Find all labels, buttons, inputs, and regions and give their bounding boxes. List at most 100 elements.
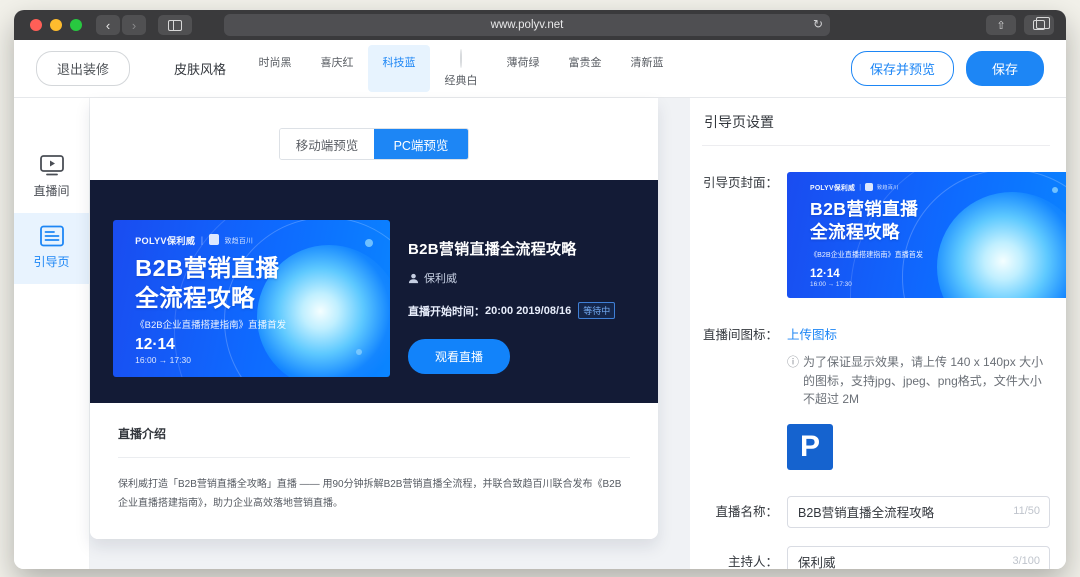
browser-window: ‹ › www.polyv.net ↻ ⇧ 退出装修 皮肤风格 时尚黑 [14,10,1066,569]
minimize-window-button[interactable] [50,19,62,31]
upload-hint: ⓘ 为了保证显示效果，请上传 140 x 140px 大小的图标，支持jpg、j… [787,353,1050,409]
host-label: 主持人： [702,546,778,569]
settings-header: 引导页设置 [702,98,1050,146]
tab-mobile-preview[interactable]: 移动端预览 [280,129,374,159]
skin-option-label: 经典白 [430,72,492,88]
room-icon-label: 直播间图标： [702,324,778,470]
skin-option-label: 时尚黑 [244,54,306,70]
stream-time-value: 20:00 2019/08/16 [485,305,571,317]
partner-logo-text: 致趋百川 [225,235,254,245]
banner-date-value: 12·14 [810,266,852,281]
host-input[interactable] [787,546,1050,569]
cover-thumbnail[interactable]: POLYV保利威 | 致趋百川 B2B营销直播 全流程攻略 《B2B企业直播搭建… [787,172,1066,298]
skin-option-lightblue[interactable]: 清新蓝 [616,45,678,92]
partner-logo-text: 致趋百川 [877,184,898,191]
banner-subtitle: 《B2B企业直播搭建指南》直播首发 [135,317,286,331]
banner-subtitle: 《B2B企业直播搭建指南》直播首发 [810,250,923,260]
sidebar-item-guide-page[interactable]: 引导页 [14,213,89,284]
banner-title-line1: B2B营销直播 [810,198,918,221]
share-button[interactable]: ⇧ [986,15,1016,35]
live-page-preview: POLYV保利威 | 致趋百川 B2B营销直播 全流程攻略 《B2B企业直播搭建… [90,180,658,403]
exit-decoration-button[interactable]: 退出装修 [36,51,130,86]
room-icon-row: 直播间图标： 上传图标 ⓘ 为了保证显示效果，请上传 140 x 140px 大… [702,324,1050,470]
guide-page-settings-panel: 引导页设置 引导页封面： POLYV保利威 | [690,98,1066,569]
banner-date: 12·14 16:00 → 17:30 [810,266,852,289]
logo-divider: | [201,235,204,245]
skin-option-gold[interactable]: 富贵金 [554,45,616,92]
banner-title-line2: 全流程攻略 [135,283,279,313]
skin-option-label: 科技蓝 [368,54,430,70]
refresh-icon[interactable]: ↻ [813,17,823,31]
sidebar-item-live-room[interactable]: 直播间 [14,142,89,213]
skin-option-white[interactable]: 经典白 [430,45,492,92]
banner-date-value: 12·14 [135,335,191,355]
sidebar-item-label: 直播间 [14,182,89,199]
intro-divider [118,457,630,458]
cover-label: 引导页封面： [702,172,778,298]
tab-pc-preview[interactable]: PC端预览 [374,129,468,159]
logo-divider: | [859,184,861,191]
url-text: www.polyv.net [491,19,564,31]
save-button[interactable]: 保存 [966,51,1044,86]
banner-dot-decoration [1052,187,1058,193]
skin-option-red[interactable]: 喜庆红 [306,45,368,92]
stream-time-row: 直播开始时间： 20:00 2019/08/16 等待中 [408,302,640,319]
traffic-lights [30,19,82,31]
live-name-row: 直播名称： 11/50 [702,496,1050,528]
upload-icon-link[interactable]: 上传图标 [787,328,837,342]
stream-info: B2B营销直播全流程攻略 保利威 直播开始时间： 20:00 2019 [408,238,640,374]
host-counter: 3/100 [1012,555,1040,567]
preview-column: 移动端预览 PC端预览 POLYV保利威 [90,98,658,569]
forward-button[interactable]: › [122,15,146,35]
skin-option-label: 富贵金 [554,54,616,70]
watch-live-button[interactable]: 观看直播 [408,339,510,374]
banner-title-line1: B2B营销直播 [135,253,279,283]
skin-swatch-list: 时尚黑 喜庆红 科技蓝 经典白 薄荷绿 [244,45,678,92]
banner-brand-logos: POLYV保利威 | 致趋百川 [810,182,898,192]
sidebar-icon [168,20,182,31]
cover-row: 引导页封面： POLYV保利威 | 致趋百川 [702,172,1050,298]
tabs-icon [1033,20,1045,30]
stream-title: B2B营销直播全流程攻略 [408,238,640,259]
stream-time-label: 直播开始时间： [408,303,485,319]
zoom-window-button[interactable] [70,19,82,31]
banner-date: 12·14 16:00 → 17:30 [135,335,191,366]
host-row: 主持人： 3/100 [702,546,1050,569]
preview-card: 移动端预览 PC端预览 POLYV保利威 [90,98,658,539]
skin-option-blue-selected[interactable]: 科技蓝 [368,45,430,92]
skin-option-green[interactable]: 薄荷绿 [492,45,554,92]
tab-overview-button[interactable] [1024,15,1054,35]
room-icon-preview: P [787,424,833,470]
address-bar[interactable]: www.polyv.net ↻ [224,14,830,36]
left-sidebar: 直播间 引导页 [14,98,90,569]
guide-page-icon [39,225,65,247]
polyv-logo: POLYV保利威 [810,182,855,192]
decoration-toolbar: 退出装修 皮肤风格 时尚黑 喜庆红 科技蓝 经典白 [14,40,1066,98]
skin-option-black[interactable]: 时尚黑 [244,45,306,92]
live-room-icon [39,154,65,176]
live-name-label: 直播名称： [702,496,778,528]
live-name-counter: 11/50 [1013,505,1040,517]
stream-host-row: 保利威 [408,270,640,286]
banner-title: B2B营销直播 全流程攻略 [135,253,279,313]
polyv-logo: POLYV保利威 [135,233,195,247]
app-content: 退出装修 皮肤风格 时尚黑 喜庆红 科技蓝 经典白 [14,40,1066,569]
banner-title-line2: 全流程攻略 [810,221,918,244]
status-badge: 等待中 [578,302,615,319]
intro-description: 保利威打造「B2B营销直播全攻略」直播 —— 用90分钟拆解B2B营销直播全流程… [118,475,623,513]
skin-option-label: 喜庆红 [306,54,368,70]
sidebar-toggle-button[interactable] [158,15,192,35]
person-icon [408,273,419,284]
banner-brand-logos: POLYV保利威 | 致趋百川 [135,233,253,247]
preview-mode-tabs: 移动端预览 PC端预览 [279,128,469,160]
live-name-input[interactable] [787,496,1050,528]
partner-logo-icon [865,183,873,191]
stream-host-name: 保利威 [424,270,457,286]
back-button[interactable]: ‹ [96,15,120,35]
partner-logo-icon [209,234,219,244]
upload-hint-text: 为了保证显示效果，请上传 140 x 140px 大小的图标，支持jpg、jpe… [803,353,1050,409]
white-swatch-icon [460,49,462,68]
save-and-preview-button[interactable]: 保存并预览 [851,51,954,86]
browser-titlebar: ‹ › www.polyv.net ↻ ⇧ [14,10,1066,40]
close-window-button[interactable] [30,19,42,31]
